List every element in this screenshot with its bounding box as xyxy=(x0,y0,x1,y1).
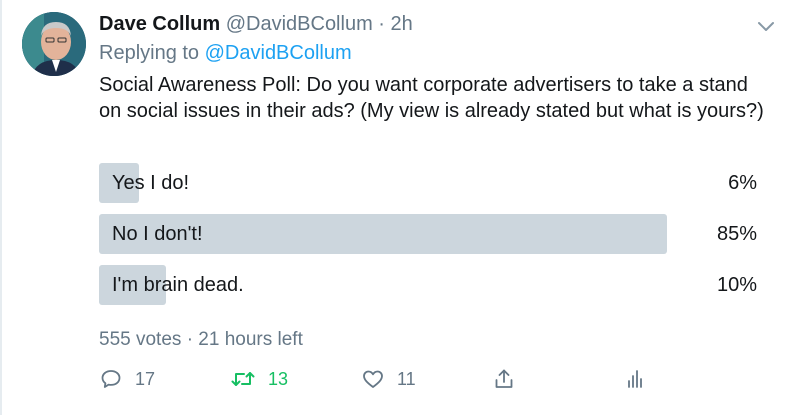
author-name[interactable]: Dave Collum xyxy=(99,13,220,35)
retweet-button[interactable]: 13 xyxy=(230,364,288,394)
poll-option-label: Yes I do! xyxy=(112,172,190,194)
poll-meta-separator: · xyxy=(186,329,194,350)
poll: Yes I do! 6% No I don't! 85% I'm brain d… xyxy=(99,163,767,316)
replying-to-label: Replying to xyxy=(99,42,200,64)
poll-option: I'm brain dead. 10% xyxy=(99,265,767,305)
reply-count: 17 xyxy=(135,368,156,389)
analytics-button[interactable] xyxy=(623,364,647,394)
share-button[interactable] xyxy=(492,364,516,394)
poll-option-label: I'm brain dead. xyxy=(112,274,244,296)
poll-option-percent: 10% xyxy=(716,274,757,296)
tweet: Dave Collum @DavidBCollum · 2h Replying … xyxy=(0,0,800,415)
share-icon xyxy=(492,367,516,391)
poll-option: No I don't! 85% xyxy=(99,214,767,254)
reply-icon xyxy=(99,367,123,391)
reply-button[interactable]: 17 xyxy=(99,364,155,394)
retweet-count: 13 xyxy=(268,368,289,389)
poll-meta: 555 votes · 21 hours left xyxy=(99,328,303,352)
like-count: 11 xyxy=(397,368,416,389)
author-handle[interactable]: @DavidBCollum xyxy=(226,13,373,35)
avatar[interactable] xyxy=(22,12,86,76)
like-button[interactable]: 11 xyxy=(361,364,416,394)
tweet-timestamp[interactable]: 2h xyxy=(391,13,413,35)
replying-to-mention[interactable]: @DavidBCollum xyxy=(205,42,352,64)
like-icon xyxy=(361,367,385,391)
tweet-header: Dave Collum @DavidBCollum · 2h xyxy=(99,12,413,36)
poll-option: Yes I do! 6% xyxy=(99,163,767,203)
tweet-text: Social Awareness Poll: Do you want corpo… xyxy=(99,74,764,122)
poll-option-label: No I don't! xyxy=(112,223,203,245)
poll-votes: 555 votes xyxy=(99,329,182,350)
retweet-icon xyxy=(230,367,256,391)
header-separator: · xyxy=(378,13,385,35)
analytics-icon xyxy=(623,367,647,391)
tweet-actions: 17 13 11 xyxy=(99,364,659,394)
poll-time-left: 21 hours left xyxy=(198,329,303,350)
chevron-down-icon[interactable] xyxy=(754,14,778,38)
poll-option-percent: 6% xyxy=(728,172,757,194)
replying-to: Replying to @DavidBCollum xyxy=(99,41,352,65)
timeline-divider xyxy=(0,0,2,415)
poll-option-percent: 85% xyxy=(716,223,757,245)
